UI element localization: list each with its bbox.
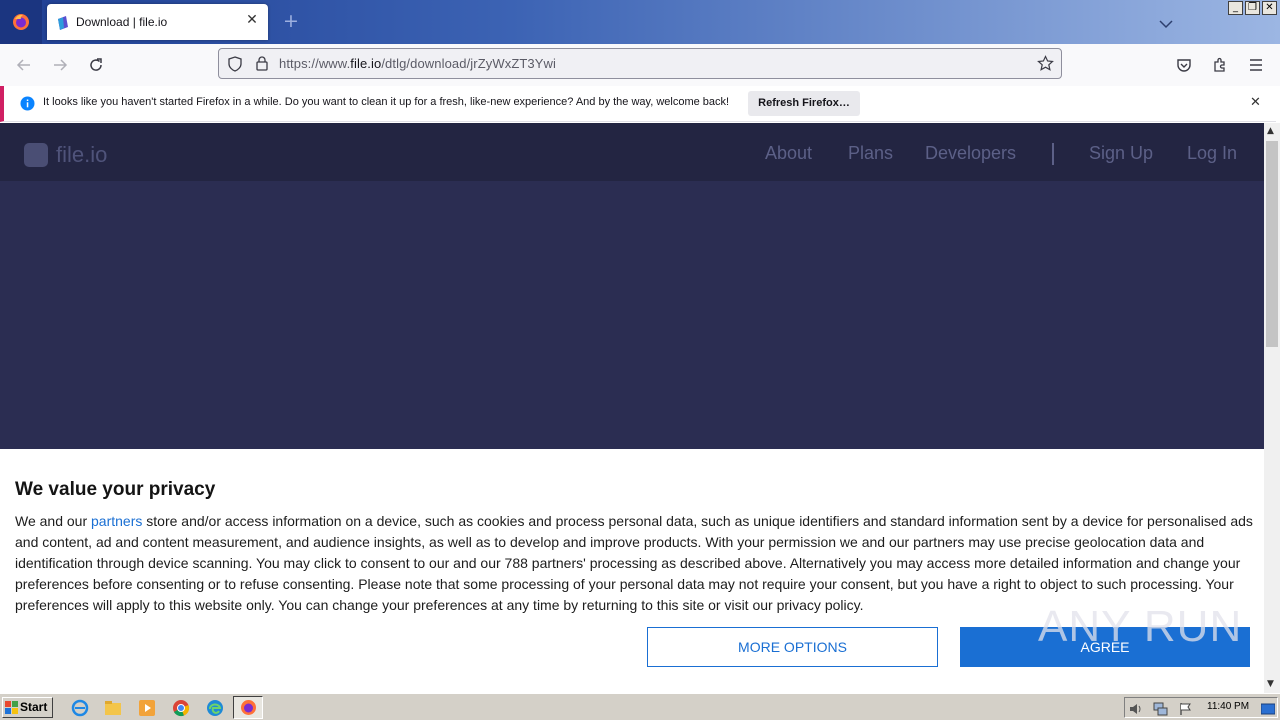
system-tray: 11:40 PM [1124,697,1278,718]
forward-arrow-icon[interactable] [48,53,72,77]
privacy-consent-dialog: We value your privacy We and our partner… [0,449,1264,690]
new-tab-icon[interactable]: + [283,11,299,31]
network-icon[interactable] [1153,701,1168,720]
info-icon [20,96,35,115]
file-io-logo-icon[interactable] [24,143,48,167]
partners-link[interactable]: partners [91,513,142,529]
active-tab[interactable]: Download | file.io ✕ [47,4,268,40]
url-text[interactable]: https://www.file.io/dtlg/download/jrZyWx… [279,56,556,71]
tab-close-icon[interactable]: ✕ [244,11,260,29]
start-button[interactable]: Start [2,697,53,718]
action-center-flag-icon[interactable] [1179,701,1193,720]
scroll-down-icon[interactable]: ▼ [1267,679,1274,689]
close-window-button[interactable]: ✕ [1262,1,1277,15]
show-desktop-icon[interactable] [1260,701,1276,720]
firefox-taskbar-icon [240,699,257,720]
tracking-protection-shield-icon[interactable] [227,56,243,76]
nav-link-log-in[interactable]: Log In [1187,143,1237,164]
firefox-logo-icon[interactable] [0,0,42,44]
nav-link-sign-up[interactable]: Sign Up [1089,143,1153,164]
browser-tab-strip: Download | file.io ✕ + _ ❐ ✕ [0,0,1280,44]
anyrun-watermark: ANY RUN [1038,602,1243,651]
list-all-tabs-icon[interactable] [1158,14,1174,33]
nav-link-about[interactable]: About [765,143,812,164]
address-bar[interactable]: https://www.file.io/dtlg/download/jrZyWx… [218,48,1062,79]
back-arrow-icon[interactable] [12,53,36,77]
internet-explorer-icon[interactable] [71,699,89,717]
consent-title: We value your privacy [15,479,216,500]
app-menu-icon[interactable] [1244,53,1268,77]
extensions-icon[interactable] [1208,53,1232,77]
lock-icon[interactable] [255,55,269,75]
chrome-icon[interactable] [172,699,190,717]
bookmark-star-icon[interactable] [1037,55,1054,76]
refresh-firefox-button[interactable]: Refresh Firefox… [748,91,860,116]
windows-taskbar: Start 11:40 PM [0,693,1280,720]
scroll-up-icon[interactable]: ▲ [1267,126,1274,136]
file-io-favicon-icon [57,15,69,34]
notification-message: It looks like you haven't started Firefo… [43,96,730,108]
tab-title: Download | file.io [76,15,168,29]
nav-link-developers[interactable]: Developers [925,143,1016,164]
windows-logo-icon [5,701,18,720]
media-player-icon[interactable] [138,699,156,717]
taskbar-firefox-button[interactable] [233,696,263,719]
start-label: Start [20,700,48,714]
nav-divider [1052,143,1054,165]
reload-icon[interactable] [84,53,108,77]
file-explorer-icon[interactable] [104,699,122,717]
volume-icon[interactable] [1129,701,1143,720]
taskbar-clock[interactable]: 11:40 PM [1207,701,1249,712]
site-logo-text[interactable]: file.io [56,142,107,168]
more-options-button[interactable]: MORE OPTIONS [647,627,938,667]
nav-link-plans[interactable]: Plans [848,143,893,164]
site-header: file.io About Plans Developers Sign Up L… [0,123,1264,181]
consent-body: We and our partners store and/or access … [15,513,1253,613]
vertical-scrollbar[interactable]: ▲ ▼ [1264,123,1280,693]
edge-icon[interactable] [206,699,224,717]
pocket-icon[interactable] [1172,53,1196,77]
firefox-refresh-notification: It looks like you haven't started Firefo… [0,86,1276,122]
scrollbar-thumb[interactable] [1266,141,1278,347]
restore-window-button[interactable]: ❐ [1245,1,1260,15]
minimize-window-button[interactable]: _ [1228,1,1243,15]
notification-close-icon[interactable]: ✕ [1250,96,1261,110]
